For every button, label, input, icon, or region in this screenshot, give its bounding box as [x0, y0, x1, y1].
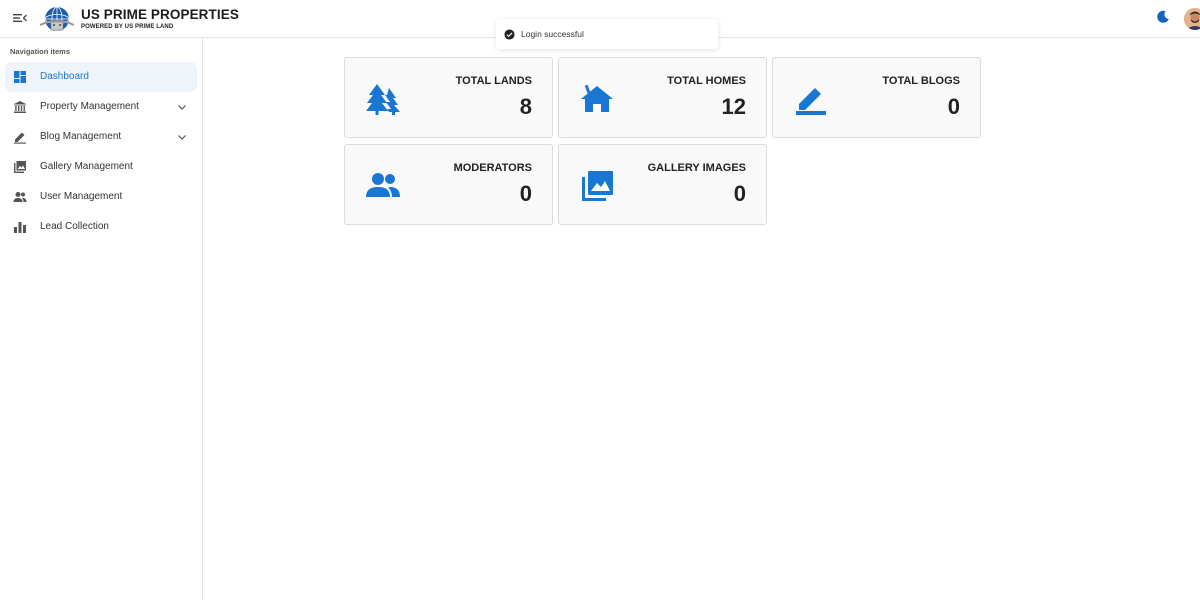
bank-icon — [14, 101, 26, 113]
card-title: TOTAL HOMES — [667, 75, 746, 87]
sidebar-item-property-management[interactable]: Property Management — [5, 92, 197, 122]
stat-card-total-lands[interactable]: TOTAL LANDS 8 — [344, 57, 553, 138]
sidebar-item-label: Dashboard — [40, 71, 89, 82]
sidebar-item-gallery-management[interactable]: Gallery Management — [5, 152, 197, 182]
bar-chart-icon — [14, 222, 26, 233]
stat-card-total-homes[interactable]: TOTAL HOMES 12 — [558, 57, 767, 138]
dashboard-icon — [14, 71, 26, 83]
card-title: TOTAL BLOGS — [882, 75, 960, 87]
brand-title: US PRIME PROPERTIES — [81, 7, 239, 22]
photo-library-icon — [14, 161, 26, 173]
card-title: MODERATORS — [453, 162, 532, 174]
toast-notification: Login successful — [496, 19, 718, 49]
edit-icon — [796, 88, 826, 115]
people-icon — [13, 192, 27, 202]
user-avatar[interactable] — [1184, 8, 1200, 30]
stat-card-gallery-images[interactable]: GALLERY IMAGES 0 — [558, 144, 767, 225]
card-value: 12 — [721, 94, 746, 119]
edit-icon — [14, 132, 26, 144]
sidebar-item-label: User Management — [40, 191, 123, 202]
home-icon — [581, 84, 613, 112]
check-circle-icon — [504, 28, 515, 40]
dark-mode-moon-icon[interactable] — [1156, 10, 1170, 24]
chevron-down-icon — [178, 105, 186, 110]
sidebar-item-label: Blog Management — [40, 131, 122, 142]
card-value: 0 — [519, 181, 532, 206]
stat-card-total-blogs[interactable]: TOTAL BLOGS 0 — [772, 57, 981, 138]
card-title: TOTAL LANDS — [455, 75, 532, 87]
card-value: 0 — [947, 94, 960, 119]
menu-collapse-icon[interactable] — [11, 10, 29, 26]
trees-icon — [366, 84, 400, 115]
sidebar-item-blog-management[interactable]: Blog Management — [5, 122, 197, 152]
chevron-down-icon — [178, 135, 186, 140]
people-icon — [366, 173, 400, 197]
sidebar-item-dashboard[interactable]: Dashboard — [5, 62, 197, 92]
sidebar-item-label: Lead Collection — [40, 221, 109, 232]
card-value: 0 — [733, 181, 746, 206]
card-title: GALLERY IMAGES — [647, 162, 746, 174]
nav-heading: Navigation items — [10, 47, 71, 56]
card-value: 8 — [519, 94, 532, 119]
stat-card-moderators[interactable]: MODERATORS 0 — [344, 144, 553, 225]
sidebar: Navigation items Dashboard Property Mana… — [0, 38, 203, 600]
sidebar-item-label: Property Management — [40, 101, 139, 112]
brand-subtitle: POWERED BY US PRIME LAND — [81, 24, 174, 30]
sidebar-item-user-management[interactable]: User Management — [5, 182, 197, 212]
sidebar-item-label: Gallery Management — [40, 161, 133, 172]
toast-message: Login successful — [521, 29, 584, 39]
sidebar-item-lead-collection[interactable]: Lead Collection — [5, 212, 197, 242]
image-library-icon — [582, 171, 613, 201]
brand-logo — [39, 6, 75, 32]
